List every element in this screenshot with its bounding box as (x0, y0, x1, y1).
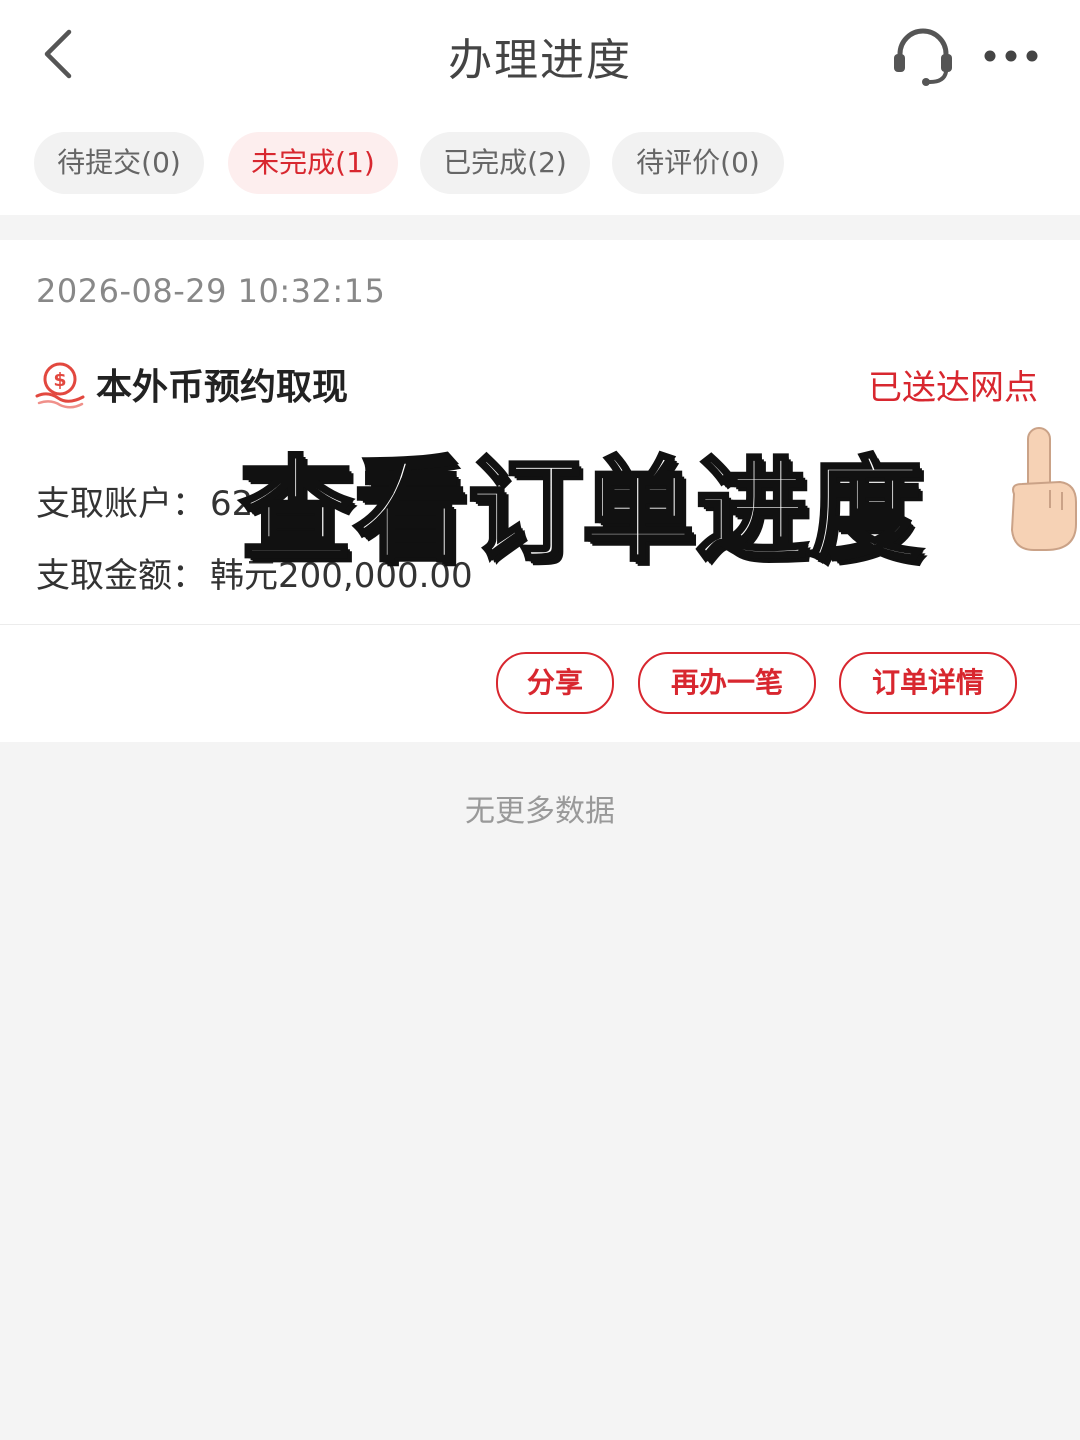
svg-text:$: $ (53, 369, 66, 391)
order-time: 2026-08-29 10:32:15 (36, 272, 386, 310)
tab-pending-review[interactable]: 待评价(0) (612, 132, 784, 194)
tab-pending-submit[interactable]: 待提交(0) (34, 132, 204, 194)
customer-service-button[interactable] (888, 20, 958, 90)
status-tabs: 待提交(0) 未完成(1) 已完成(2) 待评价(0) (0, 115, 1080, 215)
amount-label: 支取金额： (36, 556, 206, 596)
pointing-up-hand-icon (1010, 427, 1077, 551)
redo-button[interactable]: 再办一笔 (638, 652, 816, 714)
no-more-data-text: 无更多数据 (465, 794, 615, 829)
account-label: 支取账户： (36, 484, 206, 524)
business-name: 本外币预约取现 (96, 367, 349, 408)
more-dots-icon (984, 50, 1038, 62)
section-gap (0, 215, 1080, 240)
share-button[interactable]: 分享 (496, 652, 614, 714)
tab-completed[interactable]: 已完成(2) (420, 132, 590, 194)
order-detail-button[interactable]: 订单详情 (839, 652, 1017, 714)
tab-incomplete[interactable]: 未完成(1) (228, 132, 398, 194)
currency-exchange-icon: $ (35, 362, 85, 409)
card-divider (0, 624, 1080, 625)
header-bar: 办理进度 (0, 0, 1080, 115)
overlay-caption: 查看订单进度 (238, 444, 924, 578)
account-row: 支取账户： 62 (36, 476, 253, 525)
more-button[interactable] (976, 34, 1046, 78)
headset-icon (894, 28, 952, 86)
order-status: 已送达网点 (868, 368, 1038, 408)
